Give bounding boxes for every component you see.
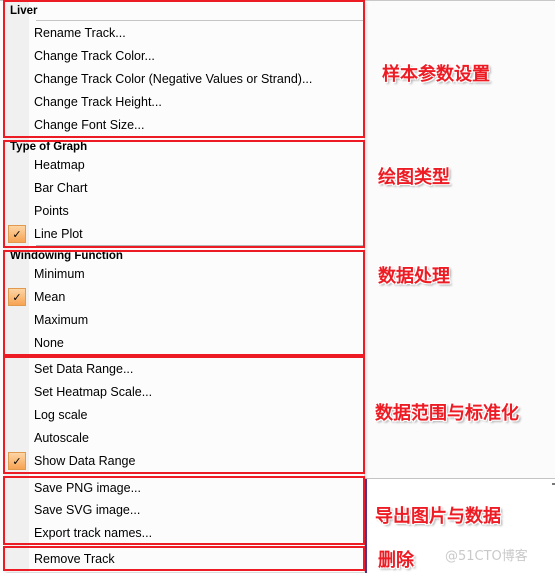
watermark: @51CTO博客 <box>445 549 528 564</box>
annotation-label-delete: 删除 <box>378 550 414 571</box>
annotation-box-data-processing <box>3 250 365 356</box>
background-panel-border <box>365 478 555 479</box>
annotation-label-export: 导出图片与数据 <box>375 506 501 527</box>
annotation-label-sample-settings: 样本参数设置 <box>382 64 490 85</box>
annotation-label-graph-type: 绘图类型 <box>378 167 450 188</box>
background-track-edge <box>365 479 367 573</box>
annotation-label-data-processing: 数据处理 <box>378 266 450 287</box>
annotation-box-delete <box>3 546 365 571</box>
annotation-label-data-range: 数据范围与标准化 <box>375 403 519 424</box>
annotation-box-export <box>3 476 365 545</box>
annotation-box-sample-settings <box>3 0 365 138</box>
annotation-box-data-range <box>3 356 365 474</box>
annotation-box-graph-type <box>3 140 365 248</box>
